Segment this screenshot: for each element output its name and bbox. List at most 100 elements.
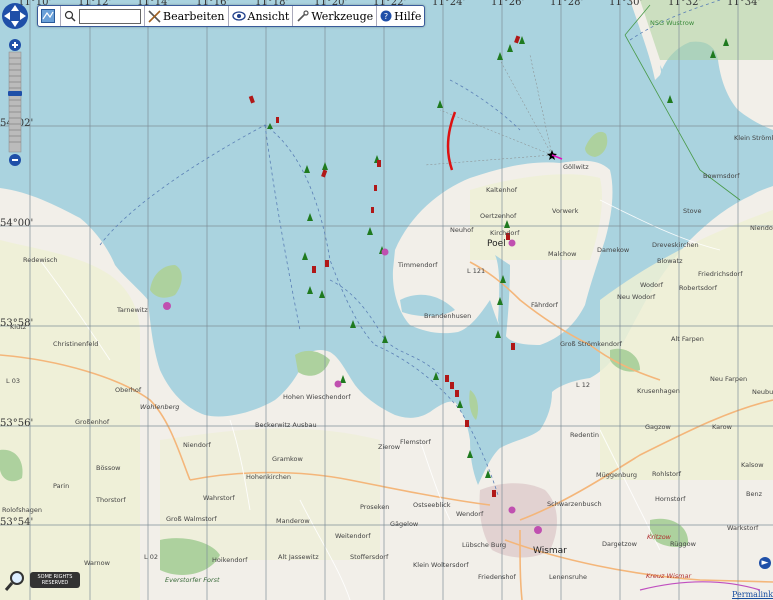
place-label: Karow (712, 423, 732, 431)
edit-button[interactable]: Bearbeiten (145, 6, 229, 26)
permalink-link[interactable]: Permalink (732, 590, 773, 599)
place-label: Großenhof (75, 418, 110, 426)
place-label: Groß Strömkendorf (560, 340, 622, 348)
place-label: Oertzenhof (480, 212, 517, 220)
place-label: Kaltenhof (486, 186, 517, 194)
place-label: Stove (683, 207, 702, 215)
latitude-label: 54°00' (0, 218, 34, 229)
zoom-in-button[interactable] (9, 39, 21, 51)
place-label: Timmendorf (398, 261, 438, 269)
place-label: Wismar (533, 546, 567, 556)
magnifier-icon[interactable] (4, 570, 26, 592)
place-label: Schwarzenbusch (547, 500, 602, 508)
longitude-label: 11°32' (668, 0, 702, 8)
place-label: Vorwerk (552, 207, 579, 215)
place-label: Göllwitz (563, 163, 589, 171)
place-label: Kalsow (741, 461, 764, 469)
place-label: Neuhof (450, 226, 474, 234)
zoom-out-button[interactable] (9, 154, 21, 166)
zoom-slider-handle[interactable] (8, 91, 22, 96)
place-label: Dargetzow (602, 540, 637, 548)
place-label: Redewisch (23, 256, 58, 264)
place-label: Bössow (96, 464, 121, 472)
longitude-label: 11°28' (550, 0, 584, 8)
place-label: L 12 (576, 381, 590, 389)
place-label: Poel (487, 239, 506, 249)
search-input[interactable] (79, 8, 141, 24)
edit-label: Bearbeiten (163, 9, 225, 23)
place-label: Lenensruhe (549, 573, 588, 581)
place-label: Damekow (597, 246, 630, 254)
place-label: Oberhof (115, 386, 142, 394)
place-label: Blowatz (657, 257, 683, 265)
place-label: Friedrichsdorf (698, 270, 743, 278)
place-label: Neu Wodorf (617, 293, 656, 301)
wrench-icon (297, 9, 309, 22)
place-label: Bowmsdorf (703, 172, 740, 180)
place-label: Weitendorf (335, 532, 371, 540)
place-label: Neubu (752, 388, 773, 396)
place-label: Müggenburg (596, 471, 638, 479)
place-label: Kreuz Wismar (646, 572, 692, 580)
view-label: Ansicht (247, 9, 290, 23)
longitude-label: 11°26' (491, 0, 525, 8)
pan-control[interactable] (2, 3, 28, 29)
place-label: Rohlstorf (652, 470, 681, 478)
place-label: Rüggow (670, 540, 696, 548)
zoom-slider-track (8, 51, 22, 153)
place-label: Hohen Wieschendorf (283, 393, 351, 401)
place-label: Thorstorf (96, 496, 126, 504)
place-label: Wohlenberg (140, 403, 180, 411)
place-label: Neu Farpen (710, 375, 748, 383)
place-label: Kirchdorf (490, 229, 520, 237)
place-label: Parin (53, 482, 70, 490)
place-label: Kritzow (647, 533, 671, 541)
latitude-label: 53°54' (0, 517, 34, 528)
place-label: Rolofshagen (2, 506, 43, 514)
place-label: Wahrstorf (203, 494, 235, 502)
place-label: Flemstorf (400, 438, 431, 446)
search-icon (64, 10, 76, 22)
place-label: Warkstorf (727, 524, 759, 532)
license-text: SOME RIGHTS RESERVED (37, 574, 73, 586)
place-label: Fährdorf (531, 301, 558, 309)
place-label: Hohenkirchen (246, 473, 292, 481)
place-label: Malchow (548, 250, 577, 258)
license-badge[interactable]: SOME RIGHTS RESERVED (30, 572, 80, 588)
place-label: Proseken (360, 503, 390, 511)
place-label: Wodorf (640, 281, 664, 289)
tools-label: Werkzeuge (311, 9, 374, 23)
search-box (61, 6, 145, 26)
view-button[interactable]: Ansicht (229, 6, 294, 26)
map-layers-icon (41, 9, 55, 23)
layer-switcher-button[interactable] (38, 6, 61, 26)
place-label: Christinenfeld (53, 340, 99, 348)
place-label: Redentin (570, 431, 599, 439)
place-label: Zierow (378, 443, 401, 451)
place-label: Lübsche Burg (462, 541, 507, 549)
place-label: L 02 (144, 553, 158, 561)
eye-icon (231, 11, 246, 21)
place-label: Ostseeblick (413, 501, 451, 509)
place-label: NSG Wustrow (650, 19, 695, 27)
place-label: Groß Walmstorf (166, 515, 217, 523)
place-label: Alt Jassewitz (278, 553, 319, 561)
place-label: Hoikendorf (212, 556, 248, 564)
help-button[interactable]: ? Hilfe (377, 6, 424, 26)
tools-cross-icon (148, 9, 161, 23)
place-label: Everstorfer Forst (165, 576, 220, 584)
expand-arrow-icon[interactable]: ► (759, 557, 771, 569)
place-label: Beckerwitz Ausbau (255, 421, 317, 429)
place-label: Friedenshof (478, 573, 516, 581)
place-label: Klein Strömkendorf (734, 134, 773, 142)
latitude-label: 53°56' (0, 418, 34, 429)
longitude-label: 11°24' (432, 0, 466, 8)
help-label: Hilfe (394, 9, 422, 23)
tools-button[interactable]: Werkzeuge (293, 6, 378, 26)
place-label: L 03 (6, 377, 20, 385)
place-label: Klütz (10, 323, 27, 331)
longitude-label: 11°34' (727, 0, 761, 8)
place-label: L 121 (467, 267, 486, 275)
place-label: Klein Woltersdorf (413, 561, 469, 569)
place-label: Niendorf (750, 224, 773, 232)
